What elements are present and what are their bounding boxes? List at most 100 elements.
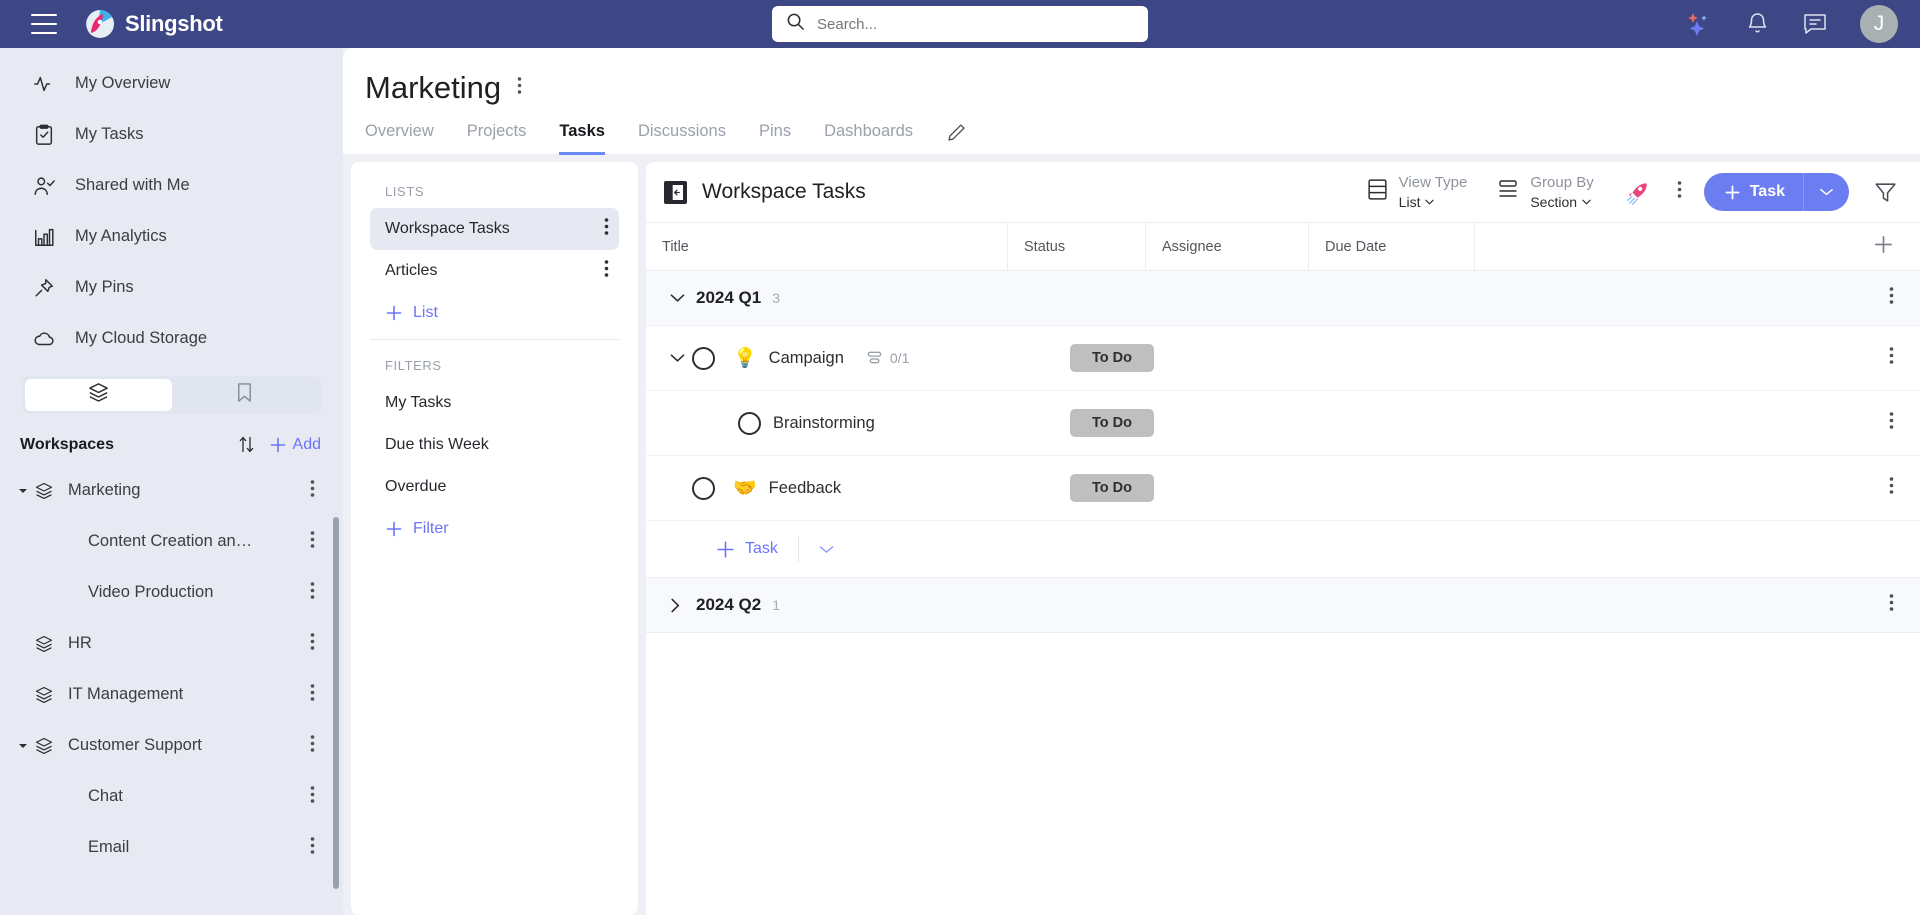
workspace-item-it-management[interactable]: IT Management bbox=[0, 669, 343, 720]
task-more-icon[interactable] bbox=[1677, 180, 1682, 204]
more-vertical-icon[interactable] bbox=[604, 259, 609, 283]
sidebar-item-label: My Cloud Storage bbox=[75, 329, 208, 347]
add-filter-button[interactable]: Filter bbox=[370, 508, 619, 550]
tab-dashboards[interactable]: Dashboards bbox=[824, 122, 913, 155]
group-more-icon[interactable] bbox=[1889, 286, 1894, 310]
rocket-icon[interactable] bbox=[1624, 179, 1651, 206]
chat-icon[interactable] bbox=[1802, 12, 1828, 36]
collapse-panel-icon[interactable] bbox=[664, 180, 687, 204]
table-row[interactable]: Brainstorming To Do bbox=[646, 391, 1920, 456]
status-badge[interactable]: To Do bbox=[1070, 474, 1154, 502]
column-header-status[interactable]: Status bbox=[1008, 222, 1146, 271]
global-search[interactable] bbox=[772, 6, 1148, 42]
more-vertical-icon[interactable] bbox=[604, 217, 609, 241]
workspace-item-content-creation[interactable]: Content Creation an… bbox=[0, 516, 343, 567]
tab-tasks[interactable]: Tasks bbox=[559, 122, 605, 155]
plus-icon bbox=[717, 540, 734, 558]
sidebar-item-shared-with-me[interactable]: Shared with Me bbox=[0, 160, 343, 211]
more-vertical-icon[interactable] bbox=[310, 479, 315, 503]
tab-pins[interactable]: Pins bbox=[759, 122, 791, 155]
filter-item-overdue[interactable]: Overdue bbox=[370, 466, 619, 508]
more-vertical-icon[interactable] bbox=[310, 581, 315, 605]
sidebar-item-my-analytics[interactable]: My Analytics bbox=[0, 211, 343, 262]
column-header-assignee[interactable]: Assignee bbox=[1146, 222, 1309, 271]
add-column-plus-icon[interactable] bbox=[1873, 234, 1894, 259]
column-header-title[interactable]: Title bbox=[646, 222, 1008, 271]
notifications-bell-icon[interactable] bbox=[1745, 11, 1770, 37]
plus-icon bbox=[1725, 184, 1740, 200]
sidebar-view-toggle bbox=[22, 376, 321, 414]
more-vertical-icon[interactable] bbox=[310, 734, 315, 758]
task-complete-checkbox[interactable] bbox=[692, 346, 715, 370]
chevron-down-icon[interactable] bbox=[670, 353, 692, 363]
ai-sparkle-icon[interactable] bbox=[1683, 9, 1713, 39]
group-more-icon[interactable] bbox=[1889, 593, 1894, 617]
sidebar-item-my-cloud-storage[interactable]: My Cloud Storage bbox=[0, 313, 343, 364]
list-item-articles[interactable]: Articles bbox=[370, 250, 619, 292]
add-list-button[interactable]: List bbox=[370, 292, 619, 334]
tab-discussions[interactable]: Discussions bbox=[638, 122, 726, 155]
chevron-down-icon[interactable] bbox=[670, 293, 692, 303]
avatar[interactable]: J bbox=[1860, 5, 1898, 43]
filter-item-my-tasks[interactable]: My Tasks bbox=[370, 382, 619, 424]
status-badge[interactable]: To Do bbox=[1070, 409, 1154, 437]
filter-item-label: Overdue bbox=[385, 478, 447, 495]
workspace-item-marketing[interactable]: Marketing bbox=[0, 465, 343, 516]
task-complete-checkbox[interactable] bbox=[692, 476, 715, 500]
chevron-down-icon[interactable] bbox=[18, 741, 32, 751]
tab-projects[interactable]: Projects bbox=[467, 122, 527, 155]
inline-add-task-dropdown-icon[interactable] bbox=[819, 545, 834, 554]
add-task-label: Task bbox=[1749, 183, 1785, 200]
inline-add-task-button[interactable]: Task bbox=[716, 540, 778, 559]
workspace-item-chat[interactable]: Chat bbox=[0, 771, 343, 822]
search-input[interactable] bbox=[817, 15, 1134, 33]
filter-item-due-this-week[interactable]: Due this Week bbox=[370, 424, 619, 466]
task-more-icon[interactable] bbox=[1889, 411, 1894, 435]
workspace-item-hr[interactable]: HR bbox=[0, 618, 343, 669]
list-item-workspace-tasks[interactable]: Workspace Tasks bbox=[370, 208, 619, 250]
tab-overview[interactable]: Overview bbox=[365, 122, 434, 155]
page-more-icon[interactable] bbox=[517, 76, 522, 100]
table-row[interactable]: 💡 Campaign 0/1 To Do bbox=[646, 326, 1920, 391]
workspace-item-email[interactable]: Email bbox=[0, 822, 343, 873]
task-more-icon[interactable] bbox=[1889, 346, 1894, 370]
workspace-item-video-production[interactable]: Video Production bbox=[0, 567, 343, 618]
group-by-control[interactable]: Group By Section bbox=[1497, 174, 1594, 210]
chevron-right-icon[interactable] bbox=[670, 598, 692, 613]
workspace-tabs: Overview Projects Tasks Discussions Pins… bbox=[365, 122, 1920, 155]
task-more-icon[interactable] bbox=[1889, 476, 1894, 500]
table-row[interactable]: 🤝 Feedback To Do bbox=[646, 456, 1920, 521]
more-vertical-icon[interactable] bbox=[310, 785, 315, 809]
status-badge[interactable]: To Do bbox=[1070, 344, 1154, 372]
sidebar-item-label: My Analytics bbox=[75, 227, 167, 245]
task-panel-title: Workspace Tasks bbox=[702, 180, 866, 203]
sidebar-item-my-tasks[interactable]: My Tasks bbox=[0, 109, 343, 160]
edit-tabs-pencil-icon[interactable] bbox=[946, 122, 967, 143]
sidebar-item-my-overview[interactable]: My Overview bbox=[0, 58, 343, 109]
toggle-workspaces-tab[interactable] bbox=[25, 379, 172, 411]
column-header-due-date[interactable]: Due Date bbox=[1309, 222, 1475, 271]
sort-arrows-icon[interactable] bbox=[236, 434, 257, 455]
task-status-cell: To Do bbox=[1054, 474, 1192, 502]
group-row-2024-q2[interactable]: 2024 Q2 1 bbox=[646, 578, 1920, 633]
more-vertical-icon[interactable] bbox=[310, 530, 315, 554]
add-task-dropdown-button[interactable] bbox=[1804, 188, 1849, 196]
add-workspace-button[interactable]: Add bbox=[269, 436, 321, 454]
layers-icon bbox=[34, 736, 56, 756]
add-task-button[interactable]: Task bbox=[1704, 183, 1803, 201]
more-vertical-icon[interactable] bbox=[310, 632, 315, 656]
workspace-item-customer-support[interactable]: Customer Support bbox=[0, 720, 343, 771]
view-type-control[interactable]: View Type List bbox=[1367, 174, 1467, 210]
task-complete-checkbox[interactable] bbox=[738, 411, 761, 435]
group-row-2024-q1[interactable]: 2024 Q1 3 bbox=[646, 271, 1920, 326]
sidebar-item-my-pins[interactable]: My Pins bbox=[0, 262, 343, 313]
more-vertical-icon[interactable] bbox=[310, 836, 315, 860]
brand-logo-link[interactable]: Slingshot bbox=[85, 9, 223, 39]
hamburger-menu-icon[interactable] bbox=[31, 14, 57, 34]
sidebar-scrollbar[interactable] bbox=[333, 517, 339, 889]
column-header-add bbox=[1475, 222, 1920, 271]
chevron-down-icon[interactable] bbox=[18, 486, 32, 496]
more-vertical-icon[interactable] bbox=[310, 683, 315, 707]
toggle-bookmarks-tab[interactable] bbox=[172, 379, 319, 411]
filter-funnel-icon[interactable] bbox=[1873, 180, 1898, 205]
